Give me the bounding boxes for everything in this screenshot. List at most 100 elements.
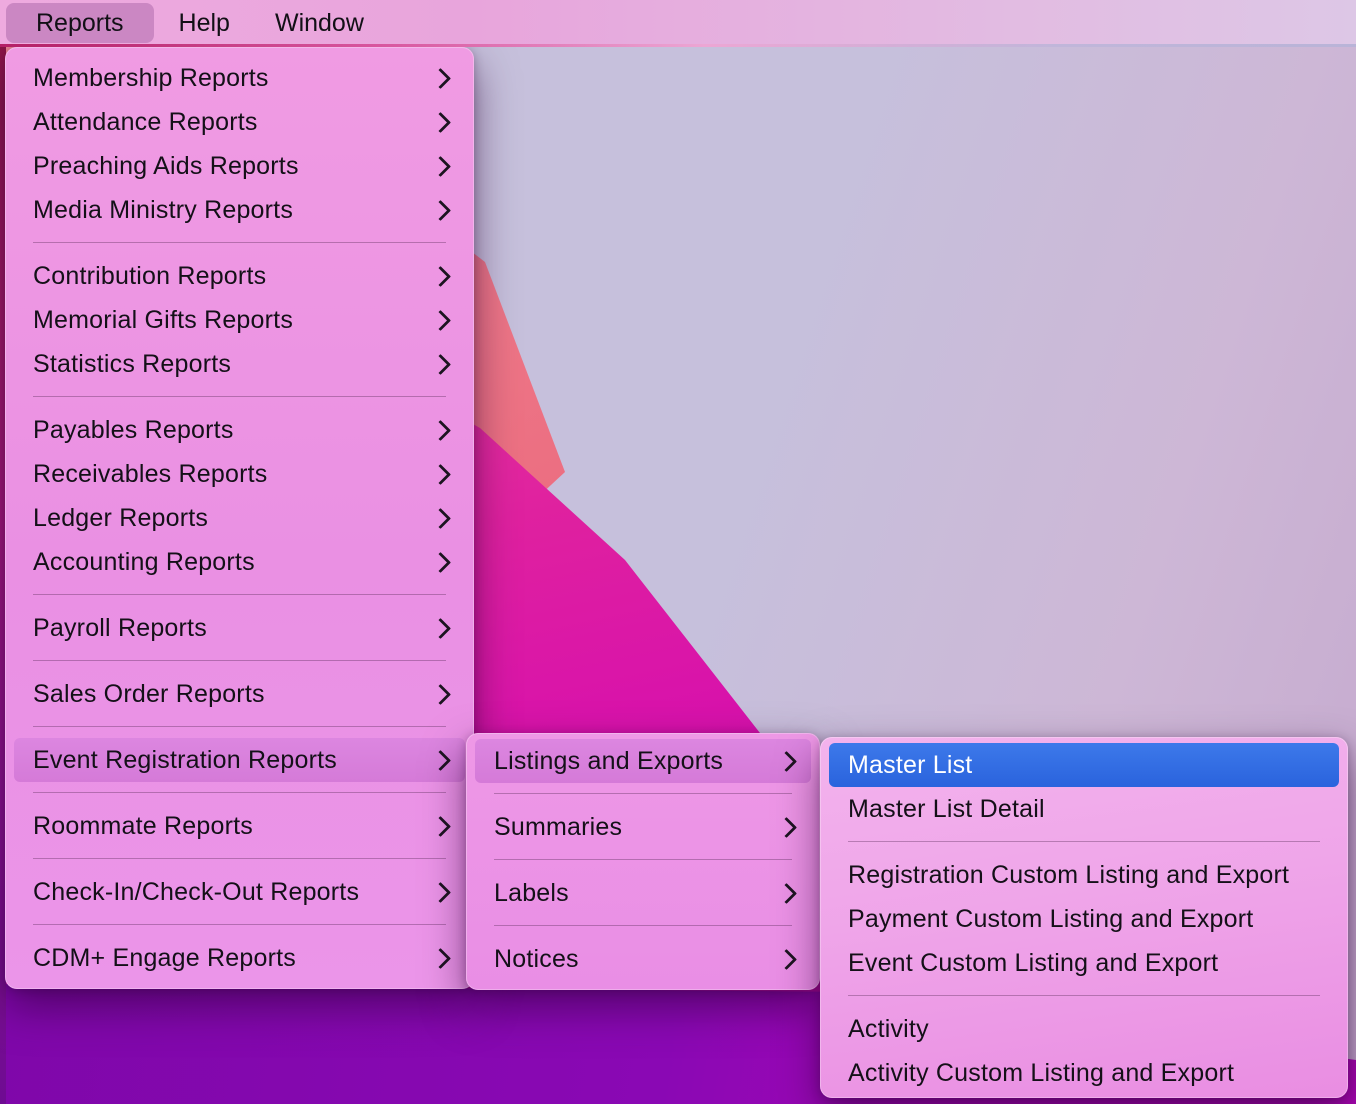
menubar-item-label: Help (179, 9, 230, 38)
menu-item-label: Membership Reports (33, 64, 269, 93)
event-registration-submenu-panel: Listings and Exports Summaries Labels No… (466, 733, 820, 990)
chevron-right-icon (776, 750, 797, 771)
menu-item-label: Accounting Reports (33, 548, 255, 577)
menu-item-label: Memorial Gifts Reports (33, 306, 293, 335)
menu-item-label: Media Ministry Reports (33, 196, 293, 225)
menu-item-event-custom-listing-and-export[interactable]: Event Custom Listing and Export (829, 941, 1339, 985)
menu-item-label: Contribution Reports (33, 262, 266, 291)
menu-item-notices[interactable]: Notices (475, 937, 811, 981)
chevron-right-icon (430, 815, 451, 836)
menu-item-cdm-engage-reports[interactable]: CDM+ Engage Reports (14, 936, 465, 980)
chevron-right-icon (430, 683, 451, 704)
chevron-right-icon (776, 882, 797, 903)
menu-item-label: Payables Reports (33, 416, 234, 445)
chevron-right-icon (430, 111, 451, 132)
menu-item-payment-custom-listing-and-export[interactable]: Payment Custom Listing and Export (829, 897, 1339, 941)
menu-item-label: Event Custom Listing and Export (848, 949, 1218, 978)
menu-item-accounting-reports[interactable]: Accounting Reports (14, 540, 465, 584)
menu-separator (848, 995, 1320, 996)
menu-separator (33, 726, 446, 727)
reports-menu-panel: Membership Reports Attendance Reports Pr… (5, 47, 474, 989)
menu-item-labels[interactable]: Labels (475, 871, 811, 915)
menu-item-label: Sales Order Reports (33, 680, 265, 709)
menu-item-master-list-detail[interactable]: Master List Detail (829, 787, 1339, 831)
menu-separator (33, 242, 446, 243)
menu-separator (848, 841, 1320, 842)
chevron-right-icon (430, 67, 451, 88)
menubar-item-help[interactable]: Help (166, 3, 243, 43)
menu-item-media-ministry-reports[interactable]: Media Ministry Reports (14, 188, 465, 232)
menu-item-label: Notices (494, 945, 579, 974)
chevron-right-icon (430, 947, 451, 968)
menu-item-ledger-reports[interactable]: Ledger Reports (14, 496, 465, 540)
menu-item-label: Preaching Aids Reports (33, 152, 299, 181)
chevron-right-icon (430, 551, 451, 572)
menu-separator (33, 792, 446, 793)
menu-item-label: Activity Custom Listing and Export (848, 1059, 1234, 1088)
menubar-item-label: Window (275, 9, 364, 38)
menu-item-label: Payroll Reports (33, 614, 207, 643)
listings-and-exports-submenu-panel: Master List Master List Detail Registrat… (820, 737, 1348, 1098)
menu-item-summaries[interactable]: Summaries (475, 805, 811, 849)
menu-item-roommate-reports[interactable]: Roommate Reports (14, 804, 465, 848)
menu-item-registration-custom-listing-and-export[interactable]: Registration Custom Listing and Export (829, 853, 1339, 897)
menu-item-label: Listings and Exports (494, 747, 723, 776)
chevron-right-icon (430, 199, 451, 220)
menu-item-label: Summaries (494, 813, 622, 842)
chevron-right-icon (430, 265, 451, 286)
menubar-underline (0, 44, 1356, 47)
menu-item-payables-reports[interactable]: Payables Reports (14, 408, 465, 452)
menubar-item-window[interactable]: Window (262, 3, 377, 43)
menu-item-label: Labels (494, 879, 569, 908)
menu-item-membership-reports[interactable]: Membership Reports (14, 56, 465, 100)
menu-item-preaching-aids-reports[interactable]: Preaching Aids Reports (14, 144, 465, 188)
chevron-right-icon (430, 155, 451, 176)
chevron-right-icon (430, 419, 451, 440)
menu-item-label: Check-In/Check-Out Reports (33, 878, 359, 907)
menu-item-master-list[interactable]: Master List (829, 743, 1339, 787)
chevron-right-icon (430, 463, 451, 484)
menu-item-label: Roommate Reports (33, 812, 253, 841)
menu-separator (494, 793, 792, 794)
menu-item-label: Receivables Reports (33, 460, 267, 489)
chevron-right-icon (430, 749, 451, 770)
menu-item-label: Registration Custom Listing and Export (848, 861, 1289, 890)
menu-item-label: Statistics Reports (33, 350, 231, 379)
menu-separator (33, 924, 446, 925)
menu-separator (33, 396, 446, 397)
menu-item-receivables-reports[interactable]: Receivables Reports (14, 452, 465, 496)
menu-separator (33, 594, 446, 595)
menu-item-check-in-check-out-reports[interactable]: Check-In/Check-Out Reports (14, 870, 465, 914)
chevron-right-icon (430, 617, 451, 638)
menu-item-statistics-reports[interactable]: Statistics Reports (14, 342, 465, 386)
menu-item-payroll-reports[interactable]: Payroll Reports (14, 606, 465, 650)
menu-item-label: Master List (848, 751, 972, 780)
menu-item-memorial-gifts-reports[interactable]: Memorial Gifts Reports (14, 298, 465, 342)
menubar-item-label: Reports (36, 9, 124, 38)
menu-bar: Reports Help Window (0, 0, 1356, 44)
menubar-item-reports[interactable]: Reports (6, 3, 154, 43)
menu-item-label: Activity (848, 1015, 929, 1044)
menu-item-event-registration-reports[interactable]: Event Registration Reports (14, 738, 465, 782)
menu-item-activity[interactable]: Activity (829, 1007, 1339, 1051)
chevron-right-icon (430, 881, 451, 902)
menu-item-label: Event Registration Reports (33, 746, 337, 775)
menu-item-activity-custom-listing-and-export[interactable]: Activity Custom Listing and Export (829, 1051, 1339, 1095)
chevron-right-icon (430, 309, 451, 330)
menu-item-label: Attendance Reports (33, 108, 258, 137)
menu-item-attendance-reports[interactable]: Attendance Reports (14, 100, 465, 144)
menu-item-label: Master List Detail (848, 795, 1045, 824)
menu-separator (494, 925, 792, 926)
menu-item-label: CDM+ Engage Reports (33, 944, 296, 973)
desktop-screen: Reports Help Window Membership Reports A… (0, 0, 1356, 1104)
menu-separator (33, 660, 446, 661)
menu-item-label: Ledger Reports (33, 504, 208, 533)
chevron-right-icon (776, 948, 797, 969)
menu-item-label: Payment Custom Listing and Export (848, 905, 1253, 934)
menu-item-contribution-reports[interactable]: Contribution Reports (14, 254, 465, 298)
chevron-right-icon (776, 816, 797, 837)
menu-separator (494, 859, 792, 860)
menu-item-listings-and-exports[interactable]: Listings and Exports (475, 739, 811, 783)
chevron-right-icon (430, 507, 451, 528)
menu-item-sales-order-reports[interactable]: Sales Order Reports (14, 672, 465, 716)
